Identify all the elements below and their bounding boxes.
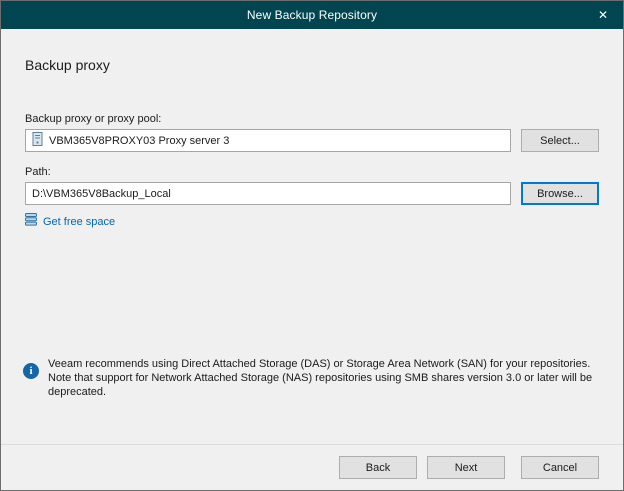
get-free-space-link[interactable]: Get free space [43,216,115,228]
cancel-button[interactable]: Cancel [521,456,599,479]
close-button[interactable]: ✕ [583,1,623,29]
proxy-input[interactable]: VBM365V8PROXY03 Proxy server 3 [25,129,511,152]
new-backup-repository-dialog: New Backup Repository ✕ Backup proxy Bac… [0,0,624,491]
dialog-footer: Back Next Cancel [1,444,623,490]
proxy-input-value: VBM365V8PROXY03 Proxy server 3 [49,135,229,147]
select-button[interactable]: Select... [521,129,599,152]
path-input-value: D:\VBM365V8Backup_Local [32,188,171,200]
close-icon: ✕ [598,8,608,22]
disk-stack-icon [25,213,37,231]
proxy-server-icon [32,132,43,149]
page-title: Backup proxy [25,57,623,73]
info-block: i Veeam recommends using Direct Attached… [23,357,597,399]
info-icon: i [23,363,39,379]
free-space-row: Get free space [25,213,599,231]
window-title: New Backup Repository [247,8,377,22]
proxy-label: Backup proxy or proxy pool: [25,113,599,125]
next-button[interactable]: Next [427,456,505,479]
dialog-content: Backup proxy Backup proxy or proxy pool:… [1,29,623,444]
proxy-row: VBM365V8PROXY03 Proxy server 3 Select... [25,129,599,152]
path-input[interactable]: D:\VBM365V8Backup_Local [25,182,511,205]
path-row: D:\VBM365V8Backup_Local Browse... [25,182,599,205]
path-label: Path: [25,166,599,178]
info-text: Veeam recommends using Direct Attached S… [48,357,597,399]
back-button[interactable]: Back [339,456,417,479]
browse-button[interactable]: Browse... [521,182,599,205]
titlebar: New Backup Repository ✕ [1,1,623,29]
